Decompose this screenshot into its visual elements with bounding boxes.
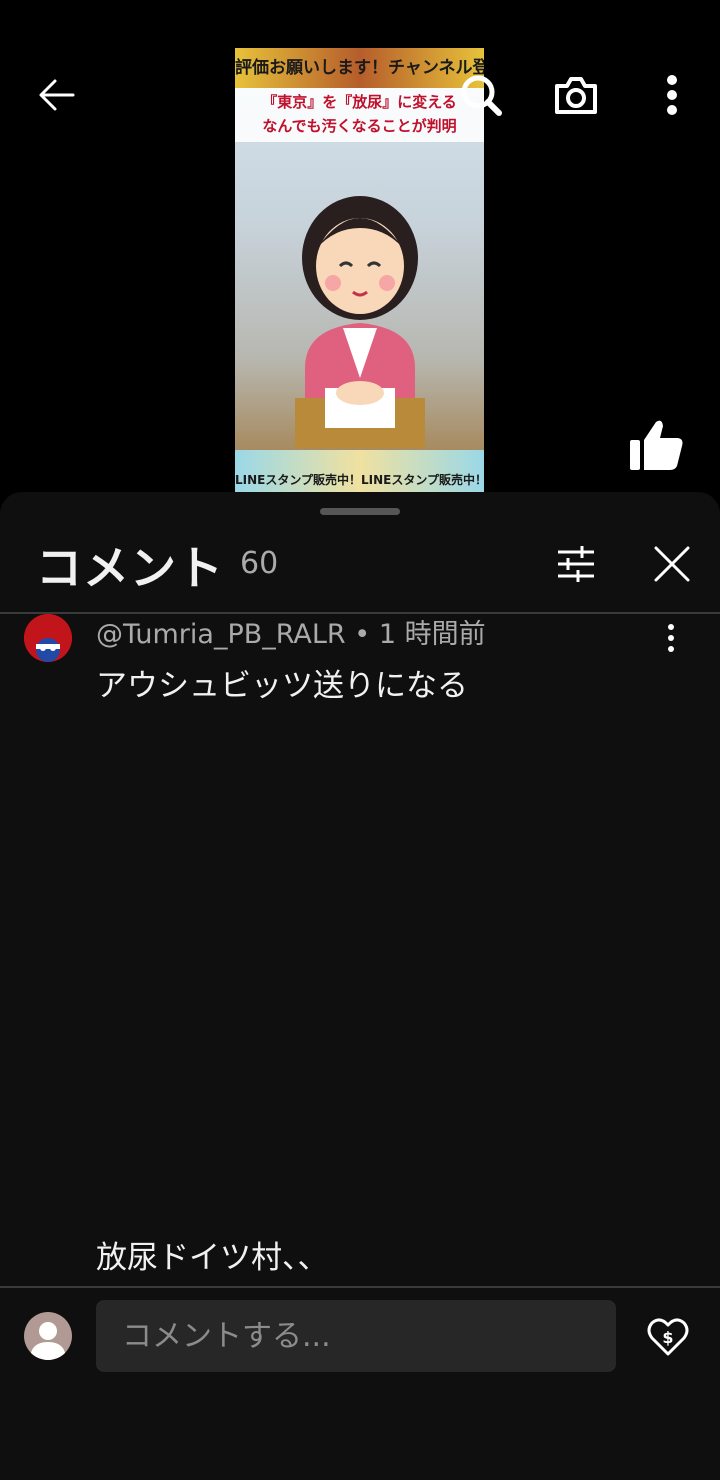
- comments-sheet: コメント 60 @Tumria_PB_RALR • 1 時間前 アウシュビッツ送…: [0, 492, 720, 1480]
- composer-divider: [0, 1286, 720, 1288]
- user-avatar-image: [24, 614, 72, 662]
- sliders-icon: [558, 546, 594, 582]
- like-button[interactable]: [626, 418, 686, 474]
- comment-author[interactable]: @Tumria_PB_RALR: [96, 619, 346, 650]
- drag-handle[interactable]: [320, 508, 400, 515]
- comments-title: コメント: [36, 541, 224, 595]
- super-thanks-icon: $: [647, 1318, 689, 1356]
- video-player[interactable]: 評価お願いします！チャンネル登録 『東京』を『放尿』に変える なんでも汚くなるこ…: [0, 0, 720, 500]
- video-headline-line2: なんでも汚くなることが判明: [262, 117, 457, 135]
- super-thanks-button[interactable]: $: [644, 1312, 692, 1360]
- video-banner-top: 評価お願いします！チャンネル登録: [235, 48, 484, 88]
- filter-button[interactable]: [554, 542, 598, 586]
- person-icon: [30, 1322, 66, 1360]
- more-vert-icon: [667, 75, 677, 115]
- camera-button[interactable]: [551, 70, 601, 120]
- more-vert-icon: [668, 624, 674, 652]
- comment-text: アウシュビッツ送りになる: [96, 668, 468, 704]
- next-comment-text: 放尿ドイツ村、、: [96, 1240, 329, 1276]
- thumbs-up-icon: [630, 420, 683, 470]
- video-frame[interactable]: 評価お願いします！チャンネル登録 『東京』を『放尿』に変える なんでも汚くなるこ…: [235, 48, 484, 492]
- video-headline: 『東京』を『放尿』に変える なんでも汚くなることが判明: [235, 88, 484, 142]
- comments-count: 60: [240, 546, 279, 581]
- search-icon: [461, 75, 502, 116]
- my-avatar: [24, 1312, 72, 1360]
- svg-text:$: $: [662, 1328, 673, 1347]
- comment-time: 1 時間前: [378, 619, 486, 650]
- video-banner-bottom: LINEスタンプ販売中！LINEスタンプ販売中！LINEスタンプ: [235, 450, 484, 492]
- video-headline-line1: 『東京』を『放尿』に変える: [262, 93, 457, 111]
- news-anchor-illustration: [295, 196, 425, 448]
- avatar[interactable]: [24, 614, 72, 662]
- back-button[interactable]: [32, 70, 82, 120]
- camera-icon: [555, 77, 597, 114]
- comment-meta: @Tumria_PB_RALR • 1 時間前: [96, 612, 486, 651]
- meta-separator: •: [354, 619, 379, 650]
- arrow-left-icon: [39, 79, 75, 111]
- close-icon: [654, 546, 690, 582]
- comment-options-button[interactable]: [656, 618, 686, 658]
- search-button[interactable]: [456, 70, 506, 120]
- more-options-button[interactable]: [647, 70, 697, 120]
- comment-input[interactable]: [96, 1300, 616, 1372]
- close-comments-button[interactable]: [648, 540, 696, 588]
